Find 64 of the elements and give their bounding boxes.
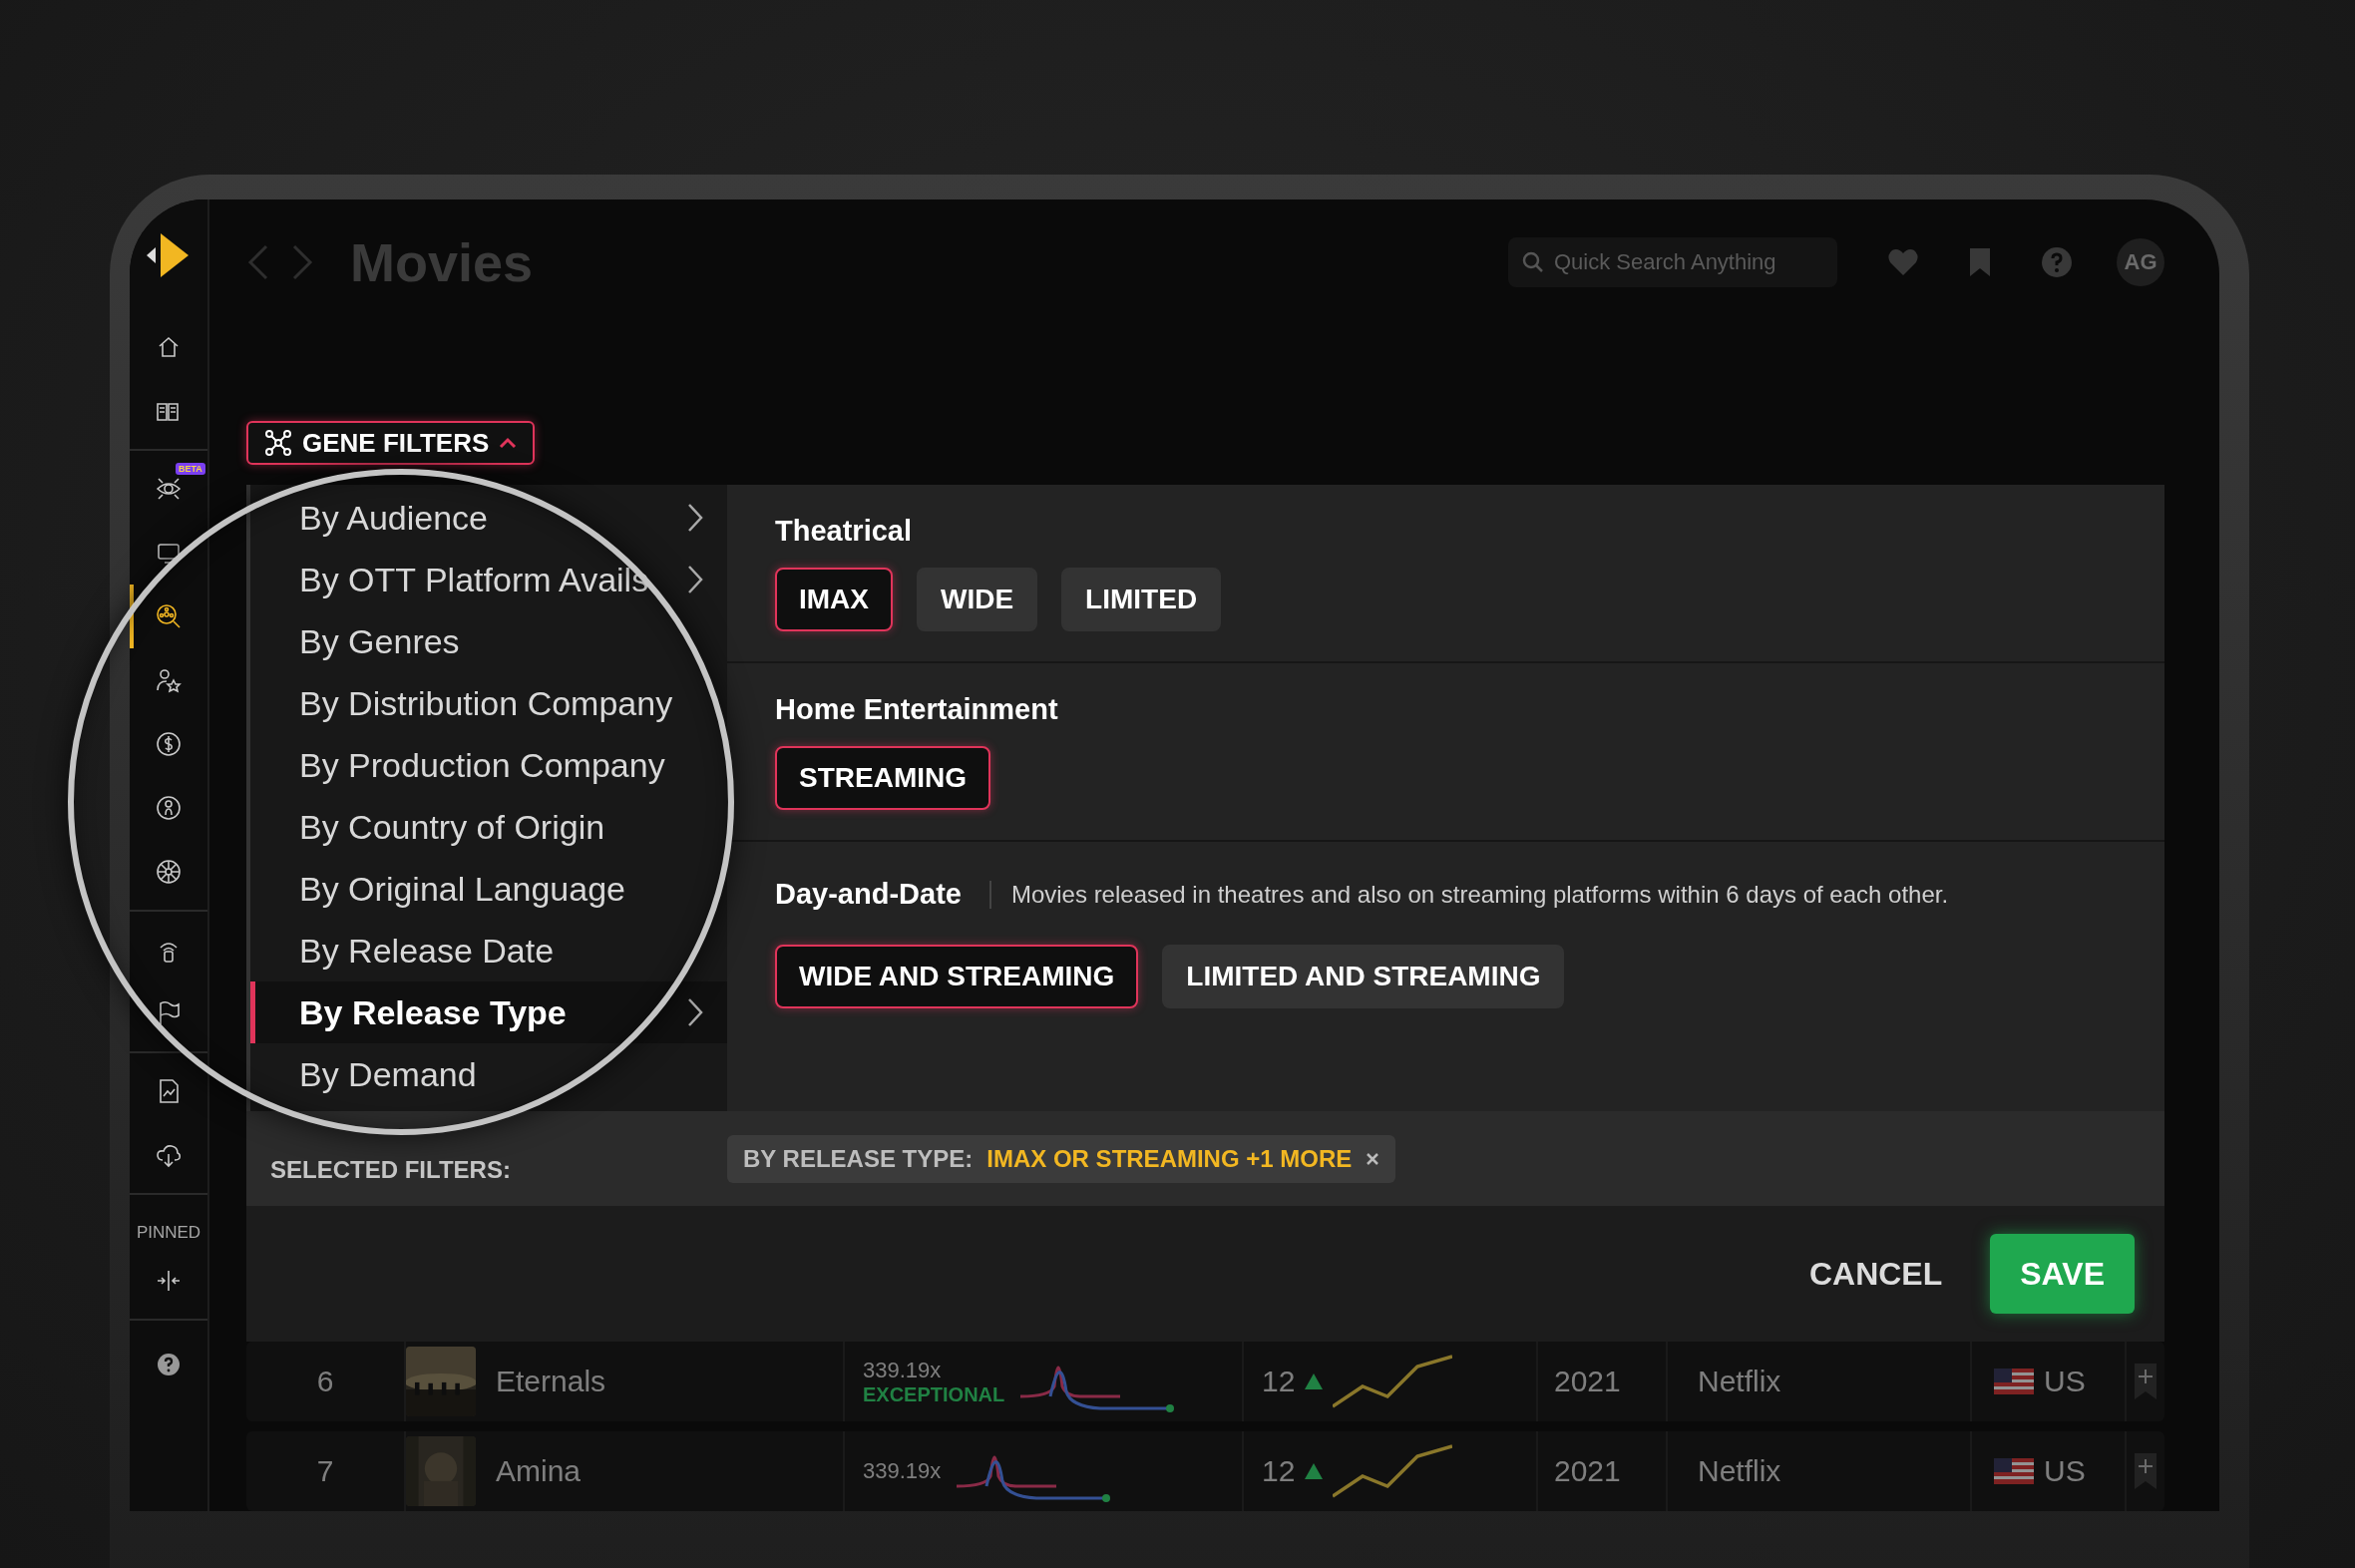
- flag-icon: [1994, 1369, 2034, 1394]
- country-cell: US: [2044, 1454, 2086, 1488]
- table-row[interactable]: 7 Amina 339.19x 12 2021 Netflix US: [246, 1431, 2164, 1511]
- movie-title: Amina: [496, 1454, 582, 1488]
- country-cell: US: [2044, 1365, 2086, 1398]
- filter-tag[interactable]: BY RELEASE TYPE: IMAX OR STREAMING +1 MORE: [727, 1135, 1396, 1183]
- table-row[interactable]: 6 Eternals 339.19x EXCEPTIONAL 12 2021 Netflix US: [246, 1342, 2164, 1421]
- rank-cell: 7: [316, 1454, 334, 1488]
- logo-icon: [147, 231, 191, 279]
- sidebar-item[interactable]: BETA: [130, 457, 203, 521]
- multiple-value: 339.19x: [863, 1458, 942, 1484]
- wheel-icon: [155, 858, 183, 886]
- network-icon: [264, 429, 292, 458]
- tag-value: IMAX OR STREAMING +1 MORE: [986, 1145, 1353, 1173]
- section-title: Home Entertainment: [775, 693, 1058, 727]
- search-icon: [1522, 250, 1544, 273]
- section-description: Movies released in theatres and also on streaming platforms within 6 days of each other.: [988, 881, 1949, 909]
- year-cell: 2021: [1554, 1365, 1621, 1398]
- menu-item[interactable]: By Demand: [250, 1043, 727, 1106]
- gene-filters-button[interactable]: GENE FILTERS: [246, 420, 536, 466]
- beta-badge: BETA: [176, 463, 205, 475]
- multiple-value: 339.19x: [863, 1357, 943, 1383]
- menu-item[interactable]: By Distribution Company: [250, 672, 727, 735]
- reel-search-icon: [155, 602, 183, 630]
- dollar-icon: [155, 730, 183, 758]
- option-chip[interactable]: LIMITED: [1061, 568, 1222, 632]
- selected-filters-label: SELECTED FILTERS:: [269, 1155, 512, 1184]
- section-title: Day-and-Date: [775, 878, 962, 912]
- menu-item[interactable]: By Country of Origin: [250, 796, 727, 859]
- caret-icon: [499, 437, 518, 450]
- up-triangle-icon: [1305, 1373, 1324, 1389]
- menu-item[interactable]: By Release Type: [250, 981, 727, 1044]
- search-field[interactable]: Quick Search Anything: [1508, 236, 1837, 287]
- flag-icon: [1994, 1458, 2034, 1484]
- option-chip[interactable]: WIDE: [917, 568, 1038, 632]
- tag-category: BY RELEASE TYPE:: [743, 1145, 974, 1173]
- menu-item[interactable]: By Genres: [250, 610, 727, 673]
- section-title: Theatrical: [775, 515, 912, 549]
- coin-person-icon: [155, 794, 183, 822]
- option-chip[interactable]: IMAX: [775, 568, 893, 632]
- help-icon: [155, 1351, 183, 1378]
- year-cell: 2021: [1554, 1454, 1621, 1488]
- section-label: PINNED: [135, 1222, 202, 1244]
- menu-item[interactable]: By Audience: [250, 487, 727, 550]
- person-star-icon: [155, 666, 183, 694]
- close-icon[interactable]: [1366, 1152, 1380, 1166]
- up-triangle-icon: [1305, 1463, 1324, 1479]
- option-chip[interactable]: LIMITED AND STREAMING: [1162, 945, 1565, 1009]
- add-bookmark-icon[interactable]: [2133, 1451, 2159, 1491]
- movie-title: Eternals: [496, 1365, 606, 1398]
- rank-cell: 6: [316, 1365, 334, 1398]
- rating-label: EXCEPTIONAL: [863, 1382, 1005, 1406]
- option-chip[interactable]: STREAMING: [775, 746, 990, 811]
- menu-item[interactable]: By OTT Platform Avails: [250, 549, 727, 611]
- menu-item[interactable]: By Release Date: [250, 920, 727, 982]
- menu-item[interactable]: By Original Language: [250, 858, 727, 921]
- platform-cell: Netflix: [1698, 1454, 1781, 1488]
- menu-item[interactable]: By Production Company: [250, 734, 727, 797]
- option-chip[interactable]: WIDE AND STREAMING: [775, 945, 1139, 1009]
- count-value: 12: [1262, 1365, 1296, 1398]
- count-value: 12: [1262, 1454, 1296, 1488]
- add-bookmark-icon[interactable]: [2133, 1362, 2159, 1401]
- cancel-button[interactable]: CANCEL: [1808, 1245, 1943, 1303]
- platform-cell: Netflix: [1698, 1365, 1781, 1398]
